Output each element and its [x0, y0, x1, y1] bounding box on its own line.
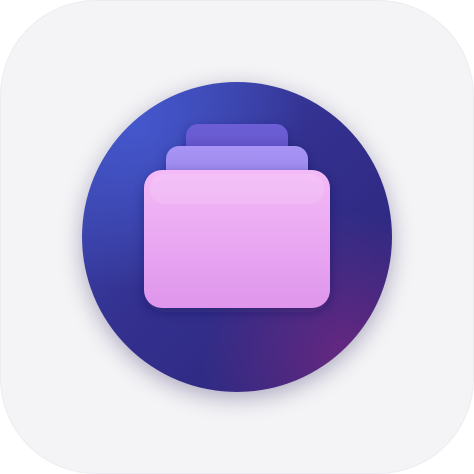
app-icon-canvas — [0, 0, 474, 474]
folder-front-highlight — [150, 174, 324, 204]
folder-stack-icon — [144, 124, 330, 308]
